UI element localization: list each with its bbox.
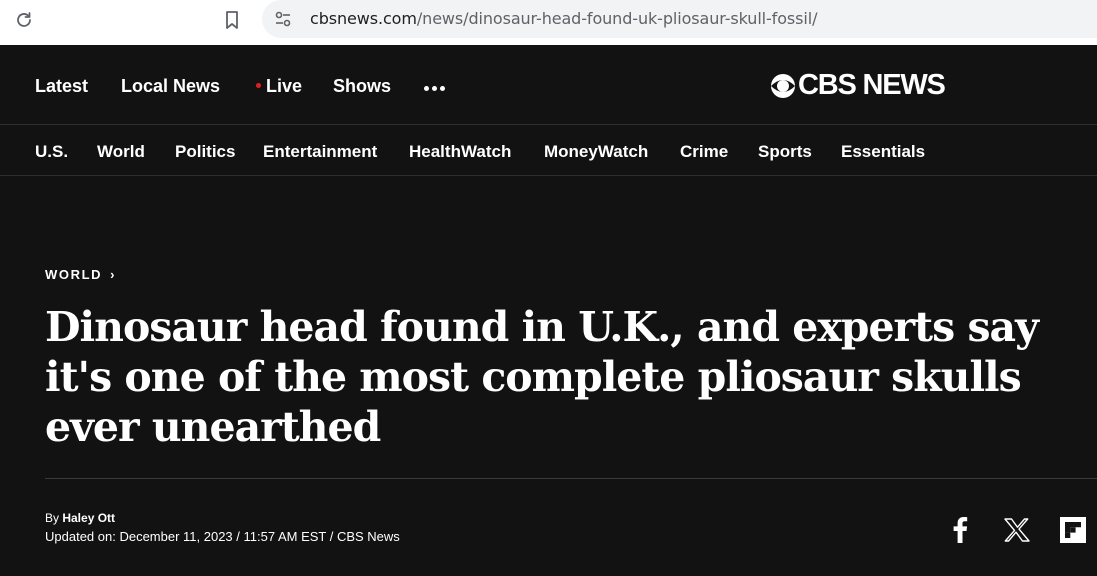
sections-navigation: U.S. World Politics Entertainment Health…: [0, 125, 1097, 176]
category-label: WORLD: [45, 267, 103, 282]
url-text[interactable]: cbsnews.com/news/dinosaur-head-found-uk-…: [310, 9, 817, 28]
reload-button[interactable]: [10, 6, 38, 34]
nav-shows[interactable]: Shows: [333, 76, 391, 97]
site-settings-icon[interactable]: [274, 10, 292, 28]
x-icon: [1004, 518, 1030, 542]
section-politics[interactable]: Politics: [175, 142, 235, 162]
url-domain: cbsnews.com: [310, 9, 417, 28]
top-navigation: Latest Local News Live Shows CBS NEWS: [0, 45, 1097, 125]
more-menu-button[interactable]: [424, 86, 445, 91]
updated-timestamp: Updated on: December 11, 2023 / 11:57 AM…: [45, 529, 400, 544]
nav-live-label: Live: [266, 76, 303, 96]
cbs-news-logo[interactable]: CBS NEWS: [770, 69, 946, 102]
byline-prefix: By: [45, 511, 63, 525]
bookmark-icon: [226, 11, 238, 29]
author-link[interactable]: Haley Ott: [62, 511, 115, 525]
section-healthwatch[interactable]: HealthWatch: [409, 142, 511, 162]
section-moneywatch[interactable]: MoneyWatch: [544, 142, 648, 162]
share-facebook-button[interactable]: [945, 515, 975, 545]
flipboard-icon: [1060, 517, 1086, 543]
live-indicator-dot: [256, 82, 261, 88]
bookmark-button[interactable]: [218, 6, 246, 34]
byline: By Haley Ott: [45, 511, 115, 525]
share-x-button[interactable]: [1002, 515, 1032, 545]
url-path: /news/dinosaur-head-found-uk-pliosaur-sk…: [416, 9, 818, 28]
section-us[interactable]: U.S.: [35, 142, 68, 162]
facebook-icon: [953, 517, 968, 543]
section-sports[interactable]: Sports: [758, 142, 812, 162]
nav-live[interactable]: Live: [256, 76, 302, 97]
nav-latest[interactable]: Latest: [35, 76, 88, 97]
section-world[interactable]: World: [97, 142, 145, 162]
article-headline: Dinosaur head found in U.K., and experts…: [45, 303, 1039, 451]
share-flipboard-button[interactable]: [1058, 515, 1088, 545]
chevron-right-icon: ›: [110, 267, 117, 282]
logo-text: CBS NEWS: [798, 69, 946, 101]
section-essentials[interactable]: Essentials: [841, 142, 925, 162]
nav-local-news[interactable]: Local News: [121, 76, 220, 97]
reload-icon: [17, 12, 31, 27]
more-dots-icon: [424, 86, 429, 91]
address-bar[interactable]: cbsnews.com/news/dinosaur-head-found-uk-…: [262, 0, 1097, 38]
section-crime[interactable]: Crime: [680, 142, 728, 162]
section-entertainment[interactable]: Entertainment: [263, 142, 377, 162]
browser-toolbar: cbsnews.com/news/dinosaur-head-found-uk-…: [0, 0, 1097, 45]
article-category-link[interactable]: WORLD ›: [45, 267, 116, 282]
cbs-eye-icon: [771, 73, 795, 98]
header-divider: [45, 478, 1097, 479]
